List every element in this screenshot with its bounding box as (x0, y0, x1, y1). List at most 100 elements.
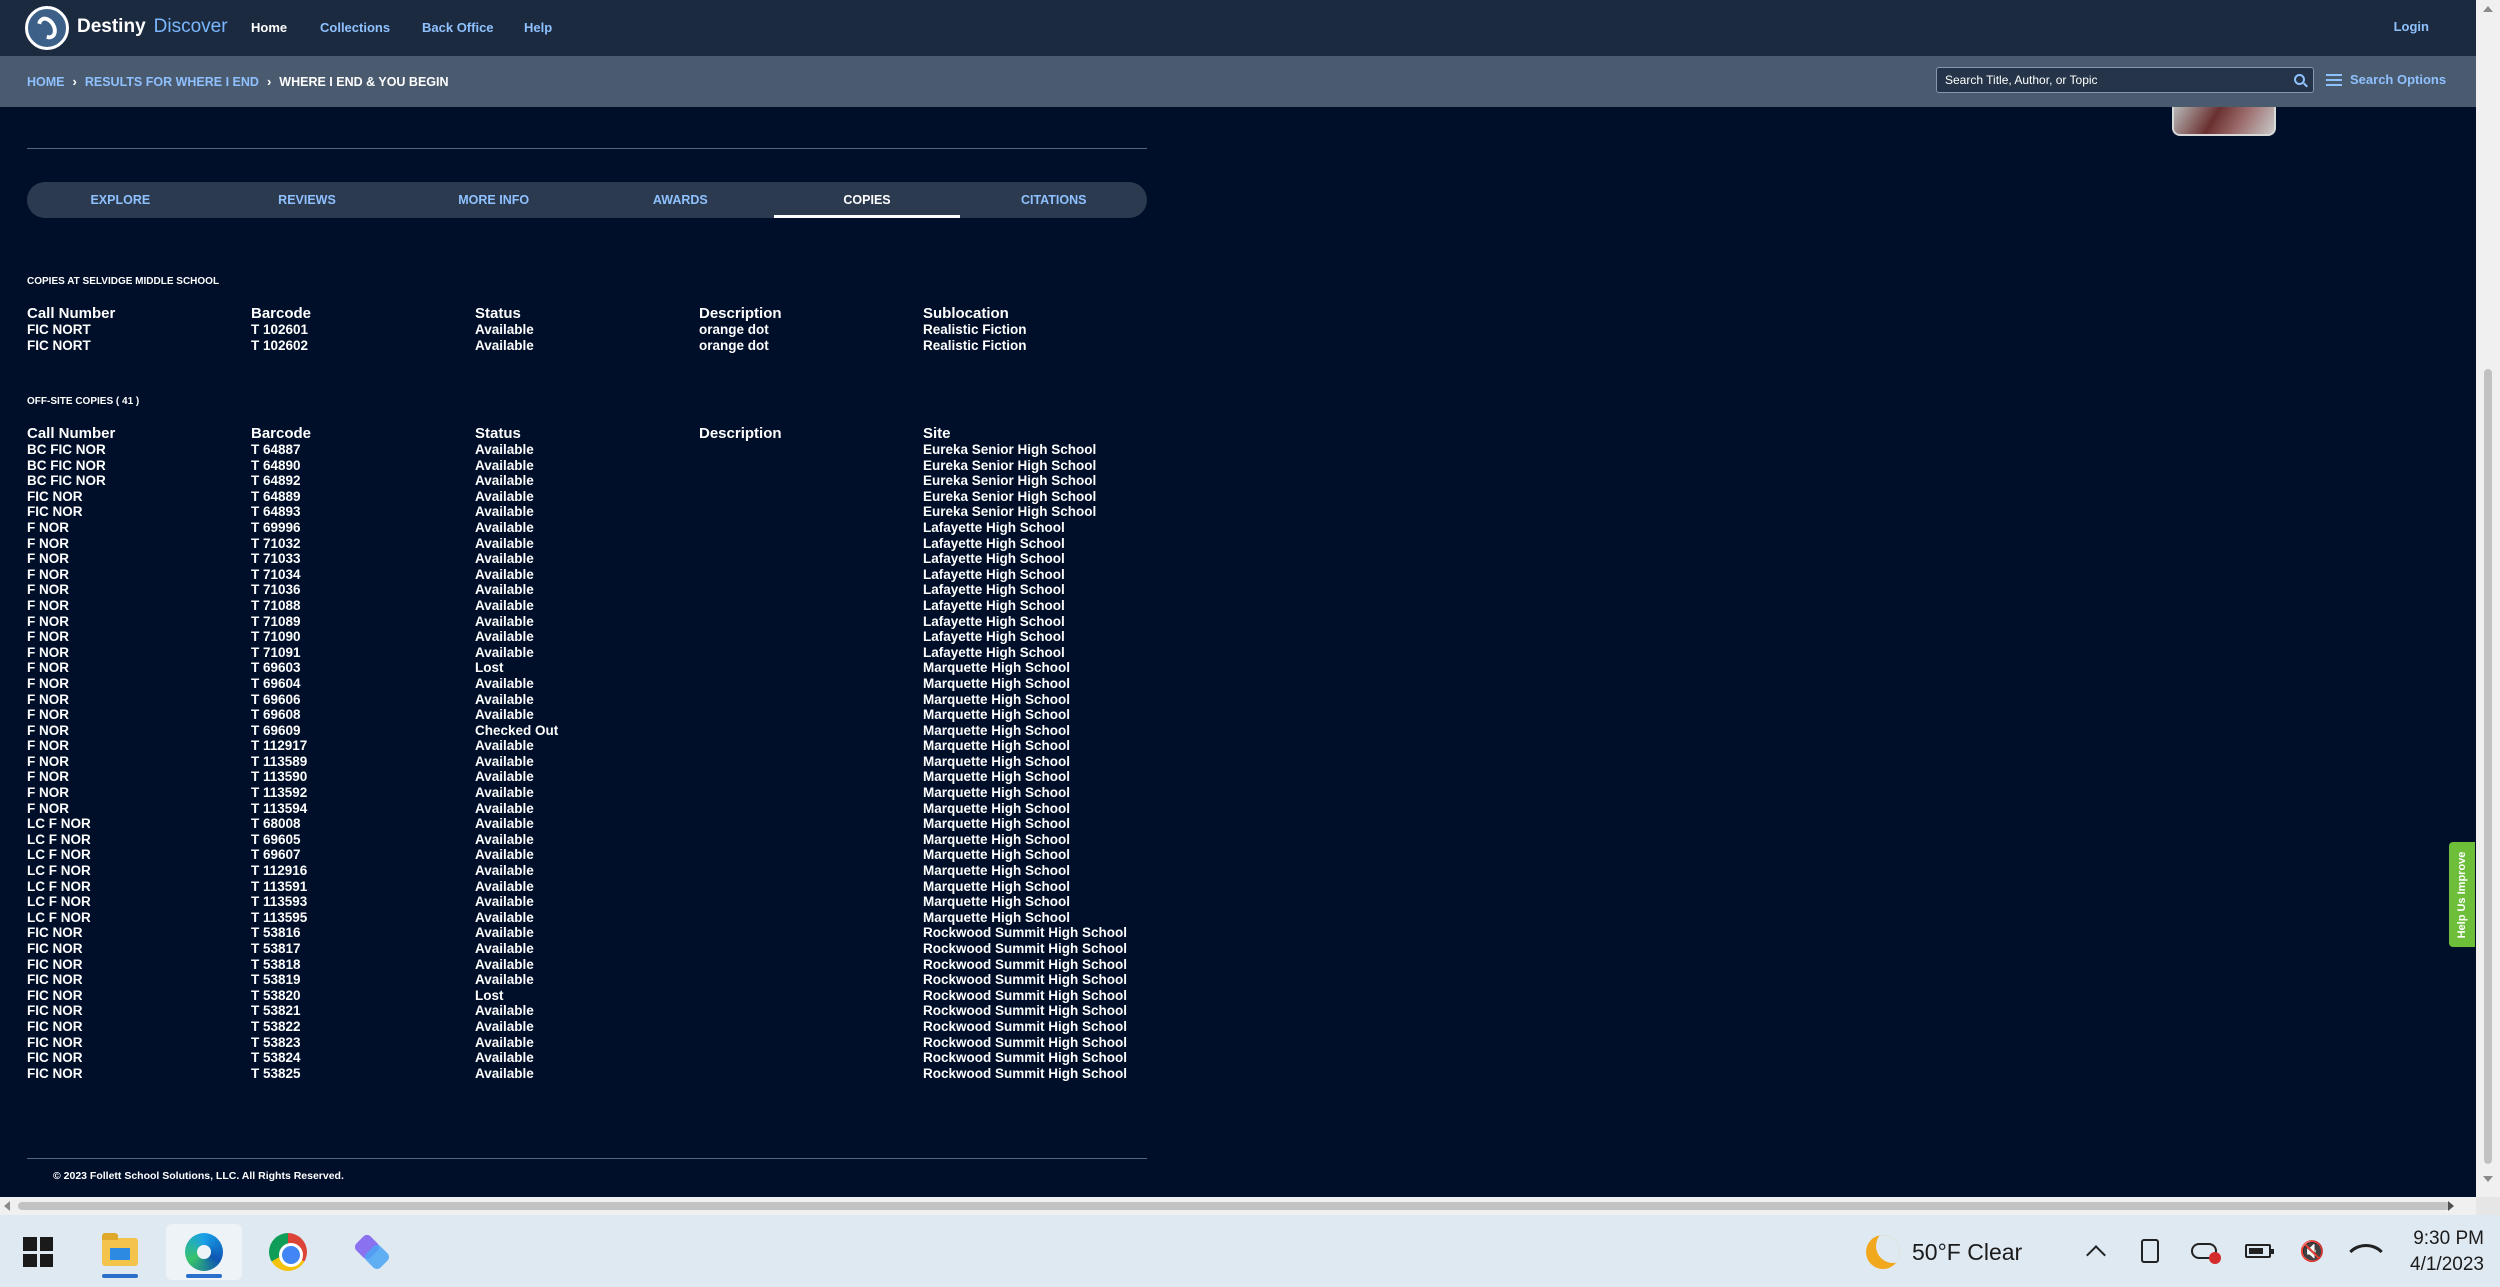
cell-call-number: F NOR (27, 519, 69, 535)
cell-barcode: T 102602 (251, 337, 309, 353)
header-site: Site (923, 425, 951, 442)
cell-barcode: T 102601 (251, 322, 309, 337)
nav-collections[interactable]: Collections (320, 20, 390, 35)
tab-more-info[interactable]: MORE INFO (400, 182, 587, 218)
cell-site: Rockwood Summit High School (923, 987, 1128, 1003)
cell-sublocation: Realistic Fiction (923, 337, 1027, 353)
book-cover-thumbnail[interactable] (2172, 107, 2276, 136)
cell-call-number: LC F NOR (27, 894, 91, 910)
cell-status: Available (475, 909, 534, 925)
cell-status: Available (475, 707, 534, 723)
cell-call-number: FIC NOR (27, 504, 83, 520)
nav-back-office[interactable]: Back Office (422, 20, 494, 35)
header-call-number: Call Number (27, 305, 116, 322)
cell-call-number: LC F NOR (27, 878, 91, 894)
start-button[interactable] (0, 1224, 76, 1280)
scroll-right-arrow-icon[interactable] (2448, 1201, 2454, 1211)
horizontal-scroll-thumb[interactable] (18, 1202, 2450, 1210)
cell-site: Rockwood Summit High School (923, 925, 1128, 941)
battery-button[interactable] (2244, 1237, 2274, 1265)
cell-site: Marquette High School (923, 894, 1071, 910)
clock[interactable]: 9:30 PM 4/1/2023 (2410, 1226, 2484, 1278)
cell-barcode: T 53816 (251, 925, 301, 941)
cell-barcode: T 71088 (251, 597, 301, 613)
table-row: FIC NOR T 53820 Lost Rockwood Summit High S… (27, 988, 1147, 1004)
cell-description (699, 582, 923, 598)
tab-copies[interactable]: COPIES (773, 182, 961, 218)
meet-now-button[interactable] (2136, 1237, 2164, 1265)
cell-barcode: T 69609 (251, 722, 301, 738)
tab-citations[interactable]: CITATIONS (960, 182, 1147, 218)
cell-description (699, 925, 923, 941)
chrome-button[interactable] (250, 1224, 326, 1280)
search-options-button[interactable]: Search Options (2326, 72, 2446, 87)
search-options-label: Search Options (2350, 72, 2447, 87)
help-us-improve-tab[interactable]: Help Us Improve (2449, 842, 2475, 947)
table-row: F NOR T 71032 Available Lafayette High Scho… (27, 536, 1147, 552)
cell-description (699, 738, 923, 754)
file-explorer-button[interactable] (82, 1224, 158, 1280)
cell-call-number: F NOR (27, 644, 69, 660)
login-link[interactable]: Login (2394, 19, 2429, 34)
cell-site: Marquette High School (923, 769, 1071, 785)
cell-status: Available (475, 644, 534, 660)
scroll-left-arrow-icon[interactable] (4, 1201, 10, 1211)
local-copies-title: COPIES AT SELVIDGE MIDDLE SCHOOL (27, 276, 220, 287)
cell-barcode: T 68008 (251, 816, 301, 832)
cell-barcode: T 69996 (251, 519, 301, 535)
vertical-scroll-thumb[interactable] (2484, 369, 2492, 1164)
edge-button[interactable] (166, 1224, 242, 1280)
cloud-error-icon (2191, 1243, 2221, 1264)
destiny-logo-icon[interactable] (25, 6, 69, 50)
cell-status: Available (475, 519, 534, 535)
cell-site: Marquette High School (923, 863, 1071, 879)
network-button[interactable] (2349, 1234, 2383, 1268)
cell-barcode: T 71034 (251, 566, 301, 582)
cell-site: Rockwood Summit High School (923, 941, 1128, 956)
cell-call-number: FIC NOR (27, 1018, 83, 1034)
cell-status: Available (475, 769, 534, 785)
table-row: F NOR T 113590 Available Marquette High Sch… (27, 769, 1147, 785)
scroll-down-arrow-icon[interactable] (2483, 1176, 2493, 1182)
show-hidden-icons-button[interactable] (2082, 1237, 2110, 1265)
copilot-button[interactable] (334, 1224, 410, 1280)
nav-help[interactable]: Help (524, 20, 552, 35)
weather-widget[interactable]: 50°F Clear (1866, 1235, 2022, 1269)
vertical-scrollbar[interactable] (2476, 0, 2500, 1197)
cell-barcode: T 53818 (251, 956, 301, 972)
cell-status: Available (475, 1050, 534, 1066)
cell-description (699, 707, 923, 723)
nav-home[interactable]: Home (251, 20, 287, 35)
tab-explore[interactable]: EXPLORE (27, 182, 214, 218)
cell-status: Available (475, 894, 534, 910)
sliders-icon (2326, 73, 2342, 87)
cell-status: Available (475, 551, 534, 567)
table-row: FIC NOR T 53825 Available Rockwood Summit H… (27, 1066, 1147, 1082)
cell-site: Lafayette High School (923, 644, 1065, 660)
scroll-up-arrow-icon[interactable] (2483, 6, 2493, 12)
brand-name[interactable]: Destiny Discover (77, 16, 228, 38)
cell-barcode: T 113593 (251, 894, 308, 910)
breadcrumb-home[interactable]: HOME (27, 75, 65, 89)
volume-button[interactable]: 🔇 (2298, 1237, 2326, 1265)
cell-status: Available (475, 535, 534, 551)
cell-call-number: F NOR (27, 691, 69, 707)
tab-reviews[interactable]: REVIEWS (214, 182, 401, 218)
horizontal-scrollbar[interactable] (0, 1197, 2476, 1215)
cell-call-number: F NOR (27, 707, 69, 723)
search-input[interactable] (1937, 68, 2313, 92)
cell-barcode: T 71089 (251, 613, 301, 629)
header-description: Description (699, 425, 782, 442)
cell-call-number: FIC NOR (27, 1034, 83, 1050)
tab-awards[interactable]: AWARDS (587, 182, 774, 218)
cell-site: Marquette High School (923, 878, 1071, 894)
cell-status: Available (475, 1003, 534, 1019)
table-row: F NOR T 113594 Available Marquette High Sch… (27, 801, 1147, 817)
breadcrumb-results[interactable]: RESULTS FOR WHERE I END (85, 75, 259, 89)
search-icon[interactable] (2294, 74, 2305, 85)
cell-description (699, 489, 923, 505)
cell-description (699, 1003, 923, 1019)
help-us-improve-label: Help Us Improve (2456, 851, 2468, 938)
cell-description (699, 473, 923, 489)
onedrive-button[interactable] (2190, 1237, 2221, 1265)
